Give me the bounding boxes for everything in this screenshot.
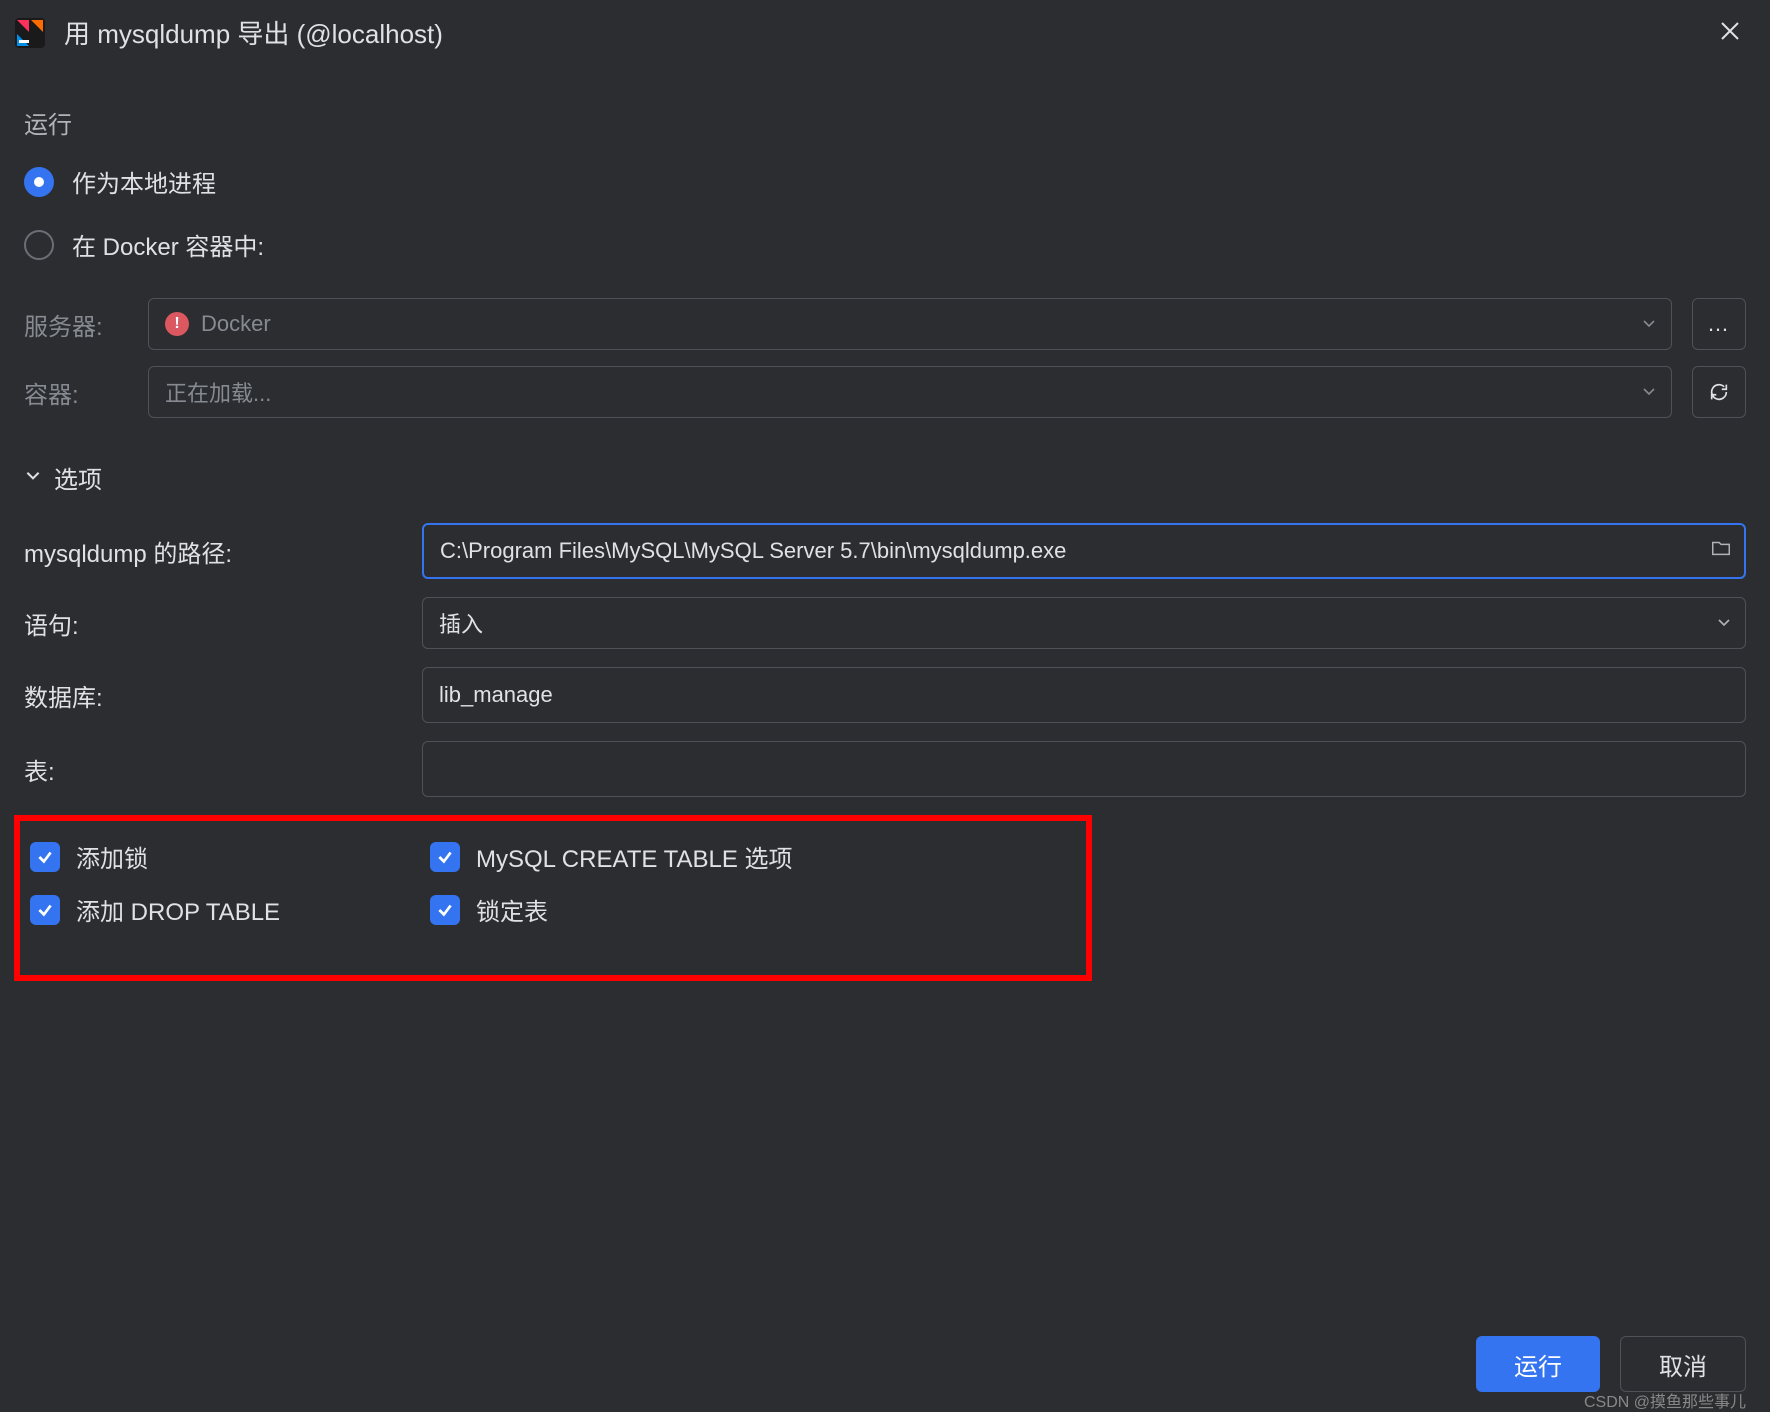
server-label: 服务器:: [24, 307, 128, 342]
statement-value: 插入: [439, 607, 483, 639]
statement-label: 语句:: [24, 606, 422, 641]
container-value: 正在加载...: [165, 376, 271, 408]
warning-icon: !: [165, 312, 189, 336]
folder-icon[interactable]: [1710, 537, 1732, 565]
ellipsis-icon: …: [1707, 311, 1731, 337]
chevron-down-icon: [1641, 311, 1657, 337]
radio-docker-container[interactable]: [24, 230, 54, 260]
watermark: CSDN @摸鱼那些事儿: [1584, 1388, 1746, 1412]
checkbox-create-table-label: MySQL CREATE TABLE 选项: [476, 839, 793, 874]
chevron-down-icon: [1716, 610, 1732, 636]
check-icon: [36, 848, 54, 866]
refresh-icon: [1708, 381, 1730, 403]
checkbox-add-lock[interactable]: [30, 842, 60, 872]
checkbox-lock-tables-label: 锁定表: [476, 892, 548, 927]
checkbox-drop-table-label: 添加 DROP TABLE: [76, 892, 280, 927]
chevron-down-icon: [24, 466, 42, 490]
radio-local-process[interactable]: [24, 167, 54, 197]
app-icon: [12, 15, 48, 51]
close-button[interactable]: [1718, 19, 1746, 47]
check-icon: [436, 848, 454, 866]
checkbox-lock-tables[interactable]: [430, 895, 460, 925]
radio-docker-label: 在 Docker 容器中:: [72, 227, 264, 262]
options-label: 选项: [54, 460, 102, 495]
radio-local-label: 作为本地进程: [72, 164, 216, 199]
check-icon: [436, 901, 454, 919]
tables-input[interactable]: [422, 741, 1746, 797]
checkbox-create-table[interactable]: [430, 842, 460, 872]
cancel-button[interactable]: 取消: [1620, 1336, 1746, 1392]
check-icon: [36, 901, 54, 919]
server-value: Docker: [201, 311, 271, 337]
tables-label: 表:: [24, 752, 422, 787]
chevron-down-icon: [1641, 379, 1657, 405]
checkbox-add-lock-label: 添加锁: [76, 839, 148, 874]
highlighted-options-box: 添加锁 MySQL CREATE TABLE 选项 添加 DROP TABLE …: [14, 815, 1092, 981]
container-refresh-button[interactable]: [1692, 366, 1746, 418]
database-input[interactable]: [422, 667, 1746, 723]
statement-select[interactable]: 插入: [422, 597, 1746, 649]
server-more-button[interactable]: …: [1692, 298, 1746, 350]
checkbox-drop-table[interactable]: [30, 895, 60, 925]
server-select[interactable]: ! Docker: [148, 298, 1672, 350]
run-section-label: 运行: [24, 105, 1746, 140]
container-select[interactable]: 正在加载...: [148, 366, 1672, 418]
options-section-toggle[interactable]: 选项: [24, 460, 1746, 495]
mysqldump-path-input[interactable]: [422, 523, 1746, 579]
dialog-title: 用 mysqldump 导出 (@localhost): [64, 14, 1702, 51]
database-label: 数据库:: [24, 678, 422, 713]
run-button[interactable]: 运行: [1476, 1336, 1600, 1392]
path-label: mysqldump 的路径:: [24, 534, 422, 569]
container-label: 容器:: [24, 375, 128, 410]
